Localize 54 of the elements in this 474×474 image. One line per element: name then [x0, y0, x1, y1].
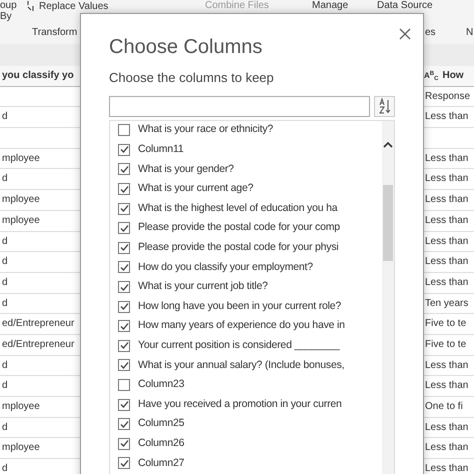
ribbon-button[interactable]: Data Source: [377, 0, 433, 11]
column-option[interactable]: What is the highest level of education you ha: [138, 200, 338, 217]
column-option[interactable]: What is your race or ethnicity?: [138, 122, 274, 138]
ribbon-button[interactable]: Manage: [312, 0, 348, 11]
checkbox[interactable]: [118, 144, 130, 156]
checkbox[interactable]: [118, 222, 130, 234]
ribbon-button[interactable]: oup By: [0, 0, 20, 22]
checkbox[interactable]: [118, 300, 130, 313]
replace-icon: [26, 0, 36, 12]
column-option[interactable]: Column11: [138, 142, 184, 158]
column-option[interactable]: What is your current job title?: [138, 279, 268, 295]
dialog-subtitle: Choose the columns to keep: [109, 69, 275, 87]
column-option[interactable]: Column26: [138, 436, 184, 452]
checkbox[interactable]: [118, 242, 130, 254]
column-option[interactable]: Column27: [138, 456, 184, 472]
ribbon-group-label: Transform: [32, 27, 78, 38]
column-option[interactable]: What is your annual salary? (Include bonuses,: [138, 358, 344, 374]
checkbox[interactable]: [118, 398, 130, 411]
column-option[interactable]: What is your gender?: [138, 162, 234, 178]
checkbox[interactable]: [118, 359, 130, 372]
ribbon-button[interactable]: Replace Values: [26, 0, 108, 12]
checkbox[interactable]: [118, 124, 130, 136]
column-option[interactable]: Have you received a promotion in your curren: [138, 396, 342, 412]
column-option[interactable]: Column25: [138, 416, 184, 432]
column-option[interactable]: What is your current age?: [138, 181, 254, 197]
checkbox[interactable]: [118, 261, 130, 274]
checkbox[interactable]: [118, 457, 130, 470]
checkbox[interactable]: [118, 379, 130, 392]
ribbon-group-label: es: [425, 27, 436, 38]
column-header[interactable]: you classify yo: [0, 66, 80, 87]
column-option[interactable]: How do you classify your employment?: [138, 260, 313, 276]
checkbox[interactable]: [118, 340, 130, 352]
dialog-title: Choose Columns: [109, 35, 264, 60]
checkbox[interactable]: [118, 183, 130, 196]
column-option[interactable]: How many years of experience do you have in: [138, 318, 345, 334]
checkbox[interactable]: [118, 163, 130, 176]
checkbox[interactable]: [118, 438, 130, 450]
scrollbar-thumb[interactable]: [383, 184, 393, 260]
search-field[interactable]: [109, 96, 370, 116]
sort-icon[interactable]: [378, 98, 392, 114]
checkbox[interactable]: [118, 281, 130, 294]
checkbox[interactable]: [118, 202, 130, 215]
column-option[interactable]: Your current position is considered ________: [138, 338, 340, 354]
sort-button[interactable]: [374, 96, 395, 116]
ribbon-group-label: N: [466, 27, 474, 38]
checkbox[interactable]: [118, 320, 130, 332]
column-option[interactable]: Please provide the postal code for your physi: [138, 240, 339, 256]
checkbox[interactable]: [118, 418, 130, 430]
column-option[interactable]: Column23: [138, 377, 184, 393]
close-icon[interactable]: [399, 28, 411, 40]
column-header[interactable]: How: [442, 66, 464, 86]
column-option[interactable]: Please provide the postal code for your comp: [138, 220, 340, 236]
scrollbar[interactable]: [382, 120, 394, 474]
column-option[interactable]: How long have you been in your current role?: [138, 298, 342, 315]
